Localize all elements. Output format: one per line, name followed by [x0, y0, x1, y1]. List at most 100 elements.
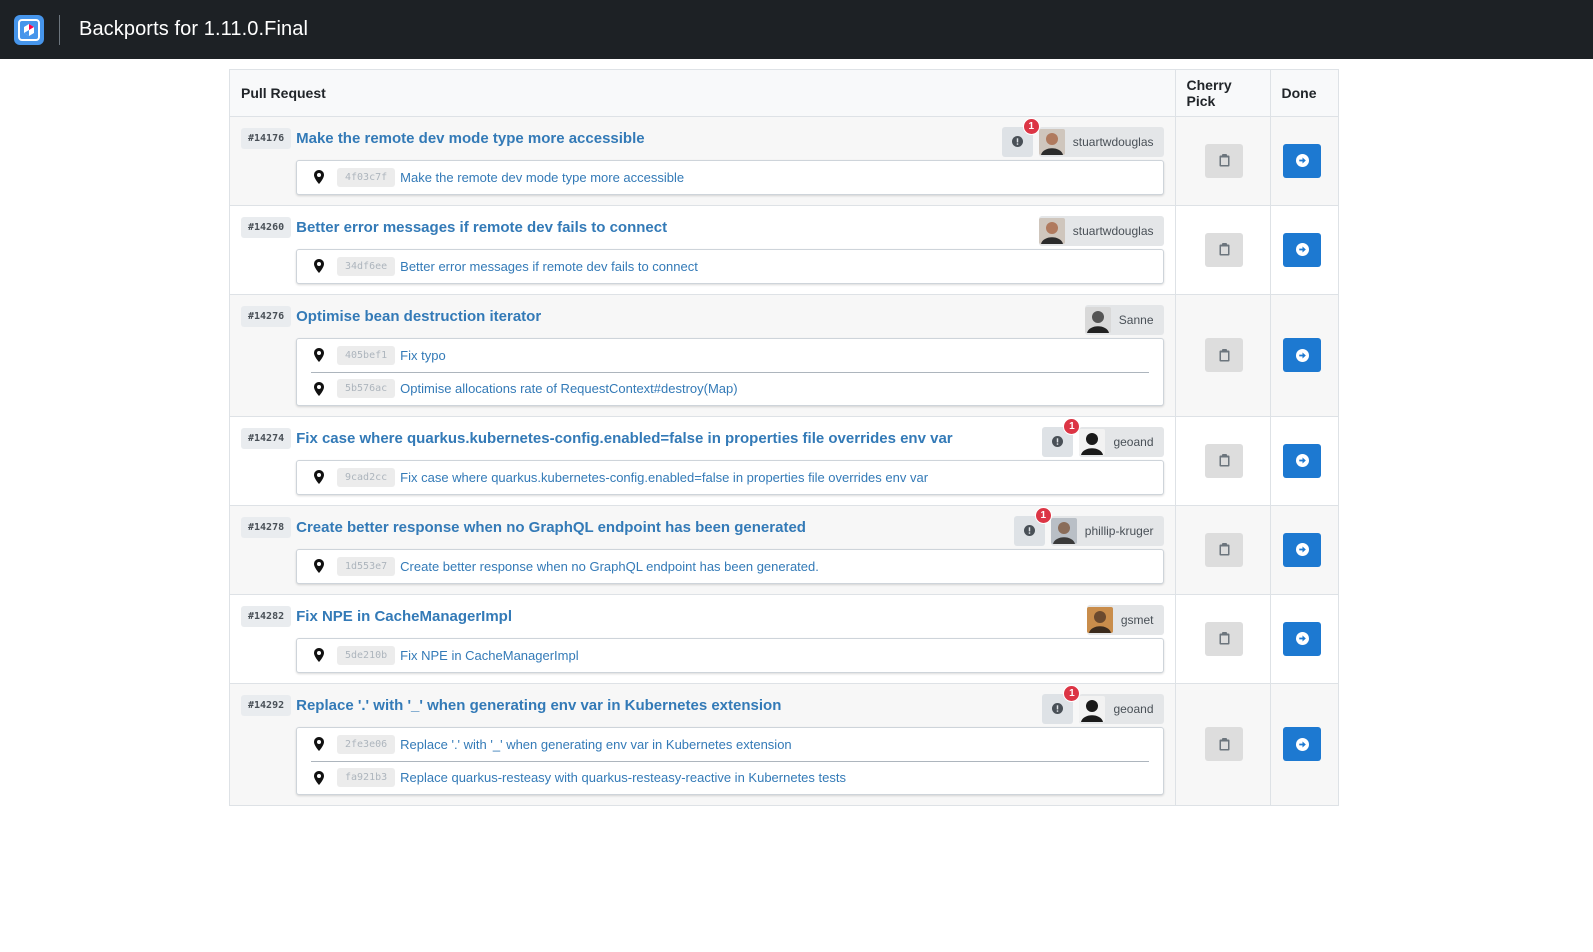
commit-sha: 405bef1: [337, 345, 396, 365]
commit-list: 34df6ee Better error messages if remote …: [296, 248, 1164, 284]
warning-button[interactable]: 1: [1042, 684, 1081, 724]
table-row: #14282 Fix NPE in CacheManagerImpl gsmet…: [230, 594, 1338, 684]
commit-item: 9cad2cc Fix case where quarkus.kubernete…: [311, 461, 1149, 494]
cherry-pick-button[interactable]: [1205, 532, 1243, 567]
cherry-pick-button[interactable]: [1205, 621, 1243, 656]
table-body: #14176 Make the remote dev mode type mor…: [230, 116, 1338, 806]
map-marker-icon: [314, 470, 324, 484]
avatar: [1086, 606, 1113, 633]
done-cell: [1269, 116, 1338, 206]
map-marker-icon: [314, 737, 324, 751]
author-chip[interactable]: gsmet: [1086, 604, 1164, 635]
pr-title-link[interactable]: Fix NPE in CacheManagerImpl: [296, 608, 512, 625]
warning-count-badge: 1: [1063, 417, 1081, 435]
pr-title-link[interactable]: Replace '.' with '_' when generating env…: [296, 697, 781, 714]
arrow-circle-right-icon: [1295, 154, 1309, 167]
warning-count-badge: 1: [1063, 684, 1081, 702]
cherry-pick-button[interactable]: [1205, 232, 1243, 267]
commit-message-link[interactable]: Make the remote dev mode type more acces…: [400, 170, 684, 185]
author-chip[interactable]: stuartwdouglas: [1038, 215, 1164, 246]
done-button[interactable]: [1283, 443, 1322, 478]
done-button[interactable]: [1283, 143, 1322, 178]
done-button[interactable]: [1283, 532, 1322, 567]
author-chip[interactable]: stuartwdouglas: [1038, 126, 1164, 157]
commit-sha: 34df6ee: [337, 256, 396, 276]
commit-sha: 9cad2cc: [337, 467, 396, 487]
author-chip[interactable]: geoand: [1079, 693, 1164, 724]
pull-request-cell: #14278 Create better response when no Gr…: [230, 505, 1175, 595]
exclamation-circle-icon: [1052, 436, 1064, 447]
pr-title-link[interactable]: Optimise bean destruction iterator: [296, 308, 541, 325]
warning-button[interactable]: 1: [1042, 417, 1081, 457]
cherry-pick-cell: [1174, 294, 1270, 417]
cherry-pick-button[interactable]: [1205, 443, 1243, 478]
exclamation-circle-icon: [1011, 136, 1023, 147]
commit-message-link[interactable]: Fix typo: [400, 348, 446, 363]
commit-message-link[interactable]: Create better response when no GraphQL e…: [400, 559, 819, 574]
pr-title-link[interactable]: Fix case where quarkus.kubernetes-config…: [296, 430, 953, 447]
commit-message-link[interactable]: Fix case where quarkus.kubernetes-config…: [400, 470, 928, 485]
done-cell: [1269, 294, 1338, 417]
commit-message-link[interactable]: Replace '.' with '_' when generating env…: [400, 737, 792, 752]
map-marker-icon: [314, 648, 324, 662]
commit-item: 2fe3e06 Replace '.' with '_' when genera…: [311, 728, 1149, 761]
cherry-pick-cell: [1174, 116, 1270, 206]
warning-count-badge: 1: [1022, 117, 1040, 135]
done-button[interactable]: [1283, 232, 1322, 267]
commit-list: 4f03c7f Make the remote dev mode type mo…: [296, 159, 1164, 195]
commit-message-link[interactable]: Replace quarkus-resteasy with quarkus-re…: [400, 770, 846, 785]
done-button[interactable]: [1283, 727, 1322, 761]
arrow-circle-right-icon: [1295, 737, 1309, 751]
map-marker-icon: [314, 770, 324, 785]
author-name: geoand: [1113, 701, 1154, 716]
arrow-circle-right-icon: [1295, 348, 1309, 362]
cherry-pick-cell: [1174, 683, 1270, 806]
avatar: [1038, 217, 1065, 244]
pr-number-badge: #14274: [241, 427, 292, 449]
warning-button[interactable]: 1: [1001, 117, 1040, 157]
pull-request-cell: #14260 Better error messages if remote d…: [230, 205, 1175, 295]
table-header-row: Pull Request Cherry Pick Done: [230, 70, 1338, 117]
commit-message-link[interactable]: Fix NPE in CacheManagerImpl: [400, 648, 578, 663]
clipboard-icon: [1219, 632, 1229, 645]
author-name: phillip-kruger: [1084, 523, 1154, 538]
done-button[interactable]: [1283, 621, 1322, 656]
clipboard-icon: [1219, 543, 1229, 556]
commit-message-link[interactable]: Optimise allocations rate of RequestCont…: [400, 381, 737, 396]
commit-item: 1d553e7 Create better response when no G…: [311, 550, 1149, 583]
done-cell: [1269, 416, 1338, 506]
commit-item: 5de210b Fix NPE in CacheManagerImpl: [311, 639, 1149, 672]
author-chip[interactable]: Sanne: [1084, 304, 1164, 335]
clipboard-icon: [1219, 154, 1229, 167]
warning-button[interactable]: 1: [1013, 506, 1052, 546]
exclamation-circle-icon: [1023, 525, 1035, 536]
done-cell: [1269, 505, 1338, 595]
commit-sha: 2fe3e06: [337, 734, 396, 754]
commit-sha: 4f03c7f: [337, 167, 396, 187]
author-chip[interactable]: geoand: [1079, 426, 1164, 457]
avatar: [1050, 517, 1077, 544]
cherry-pick-button[interactable]: [1205, 338, 1243, 372]
cherry-pick-cell: [1174, 416, 1270, 506]
commit-sha: 5b576ac: [337, 379, 396, 398]
map-marker-icon: [314, 259, 324, 273]
commit-message-link[interactable]: Better error messages if remote dev fail…: [400, 259, 698, 274]
cherry-pick-button[interactable]: [1205, 727, 1243, 761]
pr-title-link[interactable]: Better error messages if remote dev fail…: [296, 219, 667, 236]
arrow-circle-right-icon: [1295, 454, 1309, 467]
cherry-pick-cell: [1174, 594, 1270, 684]
done-cell: [1269, 594, 1338, 684]
cherry-pick-button[interactable]: [1205, 143, 1243, 178]
author-chip[interactable]: phillip-kruger: [1050, 515, 1164, 546]
exclamation-circle-icon: [1052, 703, 1064, 714]
done-button[interactable]: [1283, 338, 1322, 372]
pr-title-link[interactable]: Make the remote dev mode type more acces…: [296, 130, 644, 147]
arrow-circle-right-icon: [1295, 543, 1309, 556]
pr-number-badge: #14282: [241, 605, 292, 627]
pr-number-badge: #14278: [241, 516, 292, 538]
quarkus-logo-icon[interactable]: [14, 14, 44, 45]
warning-count-badge: 1: [1034, 506, 1052, 524]
pr-title-link[interactable]: Create better response when no GraphQL e…: [296, 519, 806, 536]
pr-number-badge: #14276: [241, 305, 292, 327]
pr-number-badge: #14292: [241, 694, 292, 716]
